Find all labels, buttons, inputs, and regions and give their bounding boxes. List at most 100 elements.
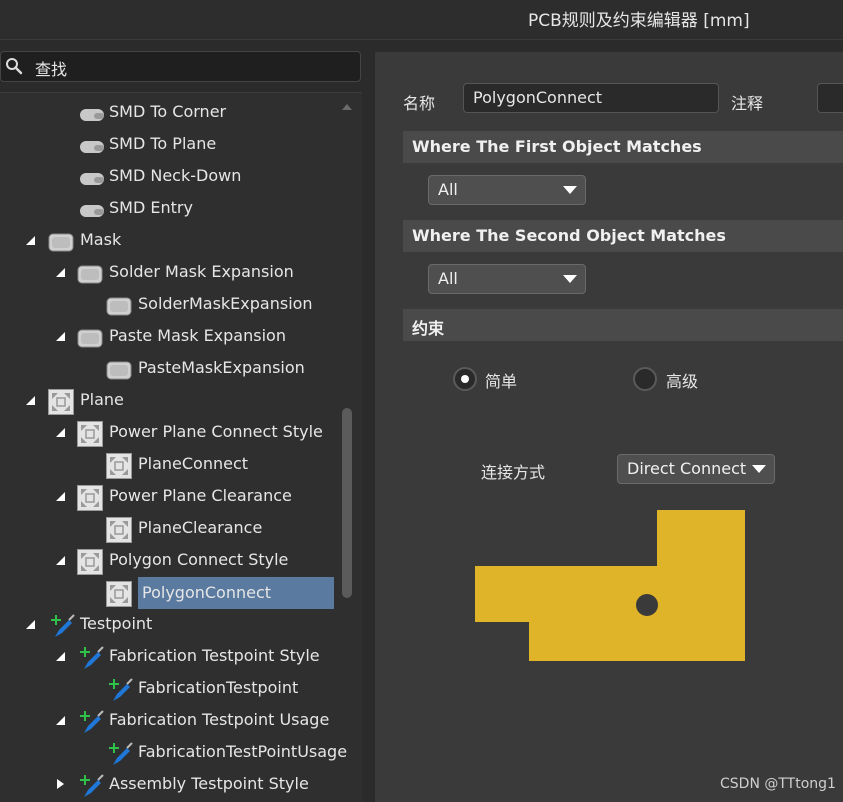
tree-item[interactable]: Power Plane Clearance	[0, 481, 340, 513]
tree-item-label: Paste Mask Expansion	[109, 326, 286, 345]
tree-expanded-arrow-icon[interactable]	[54, 490, 66, 502]
chevron-down-icon	[752, 465, 766, 473]
tree-item-label: PlaneConnect	[138, 454, 249, 473]
tree-expanded-arrow-icon[interactable]	[54, 714, 66, 726]
tree-item[interactable]: PasteMaskExpansion	[0, 353, 340, 385]
advanced-mode-radio[interactable]	[633, 367, 657, 391]
scroll-up-arrow-icon[interactable]	[341, 102, 353, 112]
tree-item-label: Fabrication Testpoint Usage	[109, 710, 330, 729]
mask-rule-icon	[48, 229, 74, 255]
tree-item[interactable]: Fabrication Testpoint Usage	[0, 705, 340, 737]
plane-rule-icon	[106, 517, 132, 543]
connect-style-value: Direct Connect	[627, 459, 747, 478]
simple-mode-radio[interactable]	[453, 367, 477, 391]
tree-item[interactable]: SMD To Corner	[0, 97, 340, 129]
window-title: PCB规则及约束编辑器 [mm]	[528, 11, 750, 31]
tree-item[interactable]: Polygon Connect Style	[0, 545, 340, 577]
search-icon	[6, 58, 23, 75]
mask-rule-icon	[77, 261, 103, 287]
tree-expanded-arrow-icon[interactable]	[54, 426, 66, 438]
connect-style-label: 连接方式	[481, 463, 546, 482]
tree-item[interactable]: Solder Mask Expansion	[0, 257, 340, 289]
tree-item-label: FabricationTestPointUsage	[138, 742, 348, 761]
tree-expanded-arrow-icon[interactable]	[24, 394, 36, 406]
plane-rule-icon	[77, 421, 103, 447]
tree-expanded-arrow-icon[interactable]	[24, 234, 36, 246]
tree-item[interactable]: FabricationTestpoint	[0, 673, 340, 705]
first-object-section-header: Where The First Object Matches	[403, 131, 843, 163]
tree-item[interactable]: Plane	[0, 385, 340, 417]
tree-item[interactable]: PlaneClearance	[0, 513, 340, 545]
tree-item[interactable]: Fabrication Testpoint Style	[0, 641, 340, 673]
mask-rule-icon	[77, 325, 103, 351]
plane-rule-icon	[48, 389, 74, 415]
second-object-section-header: Where The Second Object Matches	[403, 220, 843, 252]
tree-item-label: SMD Neck-Down	[109, 166, 242, 185]
comment-label: 注释	[731, 94, 764, 113]
testpoint-rule-icon	[77, 645, 104, 671]
rule-name-input[interactable]: PolygonConnect	[463, 83, 719, 113]
name-label: 名称	[403, 94, 436, 113]
tree-item-label: SMD To Corner	[109, 102, 227, 121]
tree-item-label: Power Plane Clearance	[109, 486, 292, 505]
simple-mode-label[interactable]: 简单	[485, 368, 517, 392]
tree-expanded-arrow-icon[interactable]	[54, 330, 66, 342]
tree-expanded-arrow-icon[interactable]	[54, 554, 66, 566]
tree-item[interactable]: SMD Neck-Down	[0, 161, 340, 193]
tree-item[interactable]: PlaneConnect	[0, 449, 340, 481]
testpoint-rule-icon	[48, 613, 75, 639]
tree-collapsed-arrow-icon[interactable]	[54, 778, 66, 790]
rule-editor-panel: 名称 PolygonConnect 注释 Where The First Obj…	[374, 52, 843, 802]
testpoint-rule-icon	[106, 741, 133, 767]
plane-rule-icon	[106, 581, 132, 607]
smd-rule-icon	[77, 165, 104, 191]
direct-connect-diagram	[475, 510, 745, 661]
mask-rule-icon	[106, 357, 132, 383]
constraints-section-header: 约束	[403, 309, 843, 341]
tree-expanded-arrow-icon[interactable]	[24, 618, 36, 630]
tree-item[interactable]: Mask	[0, 225, 340, 257]
tree-item[interactable]: PolygonConnect	[0, 577, 340, 609]
tree-expanded-arrow-icon[interactable]	[54, 650, 66, 662]
tree-item[interactable]: Testpoint	[0, 609, 340, 641]
connect-style-dropdown[interactable]: Direct Connect	[617, 454, 775, 484]
tree-scrollbar-thumb[interactable]	[342, 408, 352, 598]
tree-item-label: Fabrication Testpoint Style	[109, 646, 320, 665]
rules-tree-panel: 查找 SMD To Corner SMD To Plane SMD Neck-Dow…	[0, 40, 362, 802]
testpoint-rule-icon	[77, 709, 104, 735]
smd-rule-icon	[77, 101, 104, 127]
watermark: CSDN @TTtong1	[720, 776, 836, 792]
testpoint-rule-icon	[106, 677, 133, 703]
plane-rule-icon	[106, 453, 132, 479]
rules-tree[interactable]: SMD To Corner SMD To Plane SMD Neck-Down SM…	[0, 92, 362, 802]
via-pad	[636, 594, 658, 616]
tree-item[interactable]: SMD To Plane	[0, 129, 340, 161]
second-object-match-dropdown[interactable]: All	[428, 264, 586, 294]
copper-polygon	[475, 510, 745, 661]
tree-item-label: SolderMaskExpansion	[138, 294, 313, 313]
chevron-down-icon	[563, 275, 577, 283]
smd-rule-icon	[77, 197, 104, 223]
first-object-match-dropdown[interactable]: All	[428, 175, 586, 205]
tree-item-label: PlaneClearance	[138, 518, 263, 537]
tree-item-label: PasteMaskExpansion	[138, 358, 305, 377]
tree-item-label: Assembly Testpoint Style	[109, 774, 309, 793]
tree-item[interactable]: SMD Entry	[0, 193, 340, 225]
tree-item[interactable]: Assembly Testpoint Style	[0, 769, 340, 801]
rule-comment-input[interactable]	[817, 83, 843, 113]
tree-item-label: Polygon Connect Style	[109, 550, 289, 569]
tree-item-label: Solder Mask Expansion	[109, 262, 294, 281]
tree-item[interactable]: Paste Mask Expansion	[0, 321, 340, 353]
advanced-mode-label[interactable]: 高级	[666, 368, 698, 392]
plane-rule-icon	[77, 485, 103, 511]
tree-expanded-arrow-icon[interactable]	[54, 266, 66, 278]
mask-rule-icon	[106, 293, 132, 319]
search-box[interactable]: 查找	[0, 51, 361, 82]
search-label: 查找	[35, 60, 68, 79]
tree-item[interactable]: Power Plane Connect Style	[0, 417, 340, 449]
tree-item-label: Mask	[80, 230, 122, 249]
title-bar: PCB规则及约束编辑器 [mm]	[0, 0, 843, 40]
tree-item-label: FabricationTestpoint	[138, 678, 299, 697]
tree-item[interactable]: FabricationTestPointUsage	[0, 737, 347, 769]
tree-item[interactable]: SolderMaskExpansion	[0, 289, 340, 321]
